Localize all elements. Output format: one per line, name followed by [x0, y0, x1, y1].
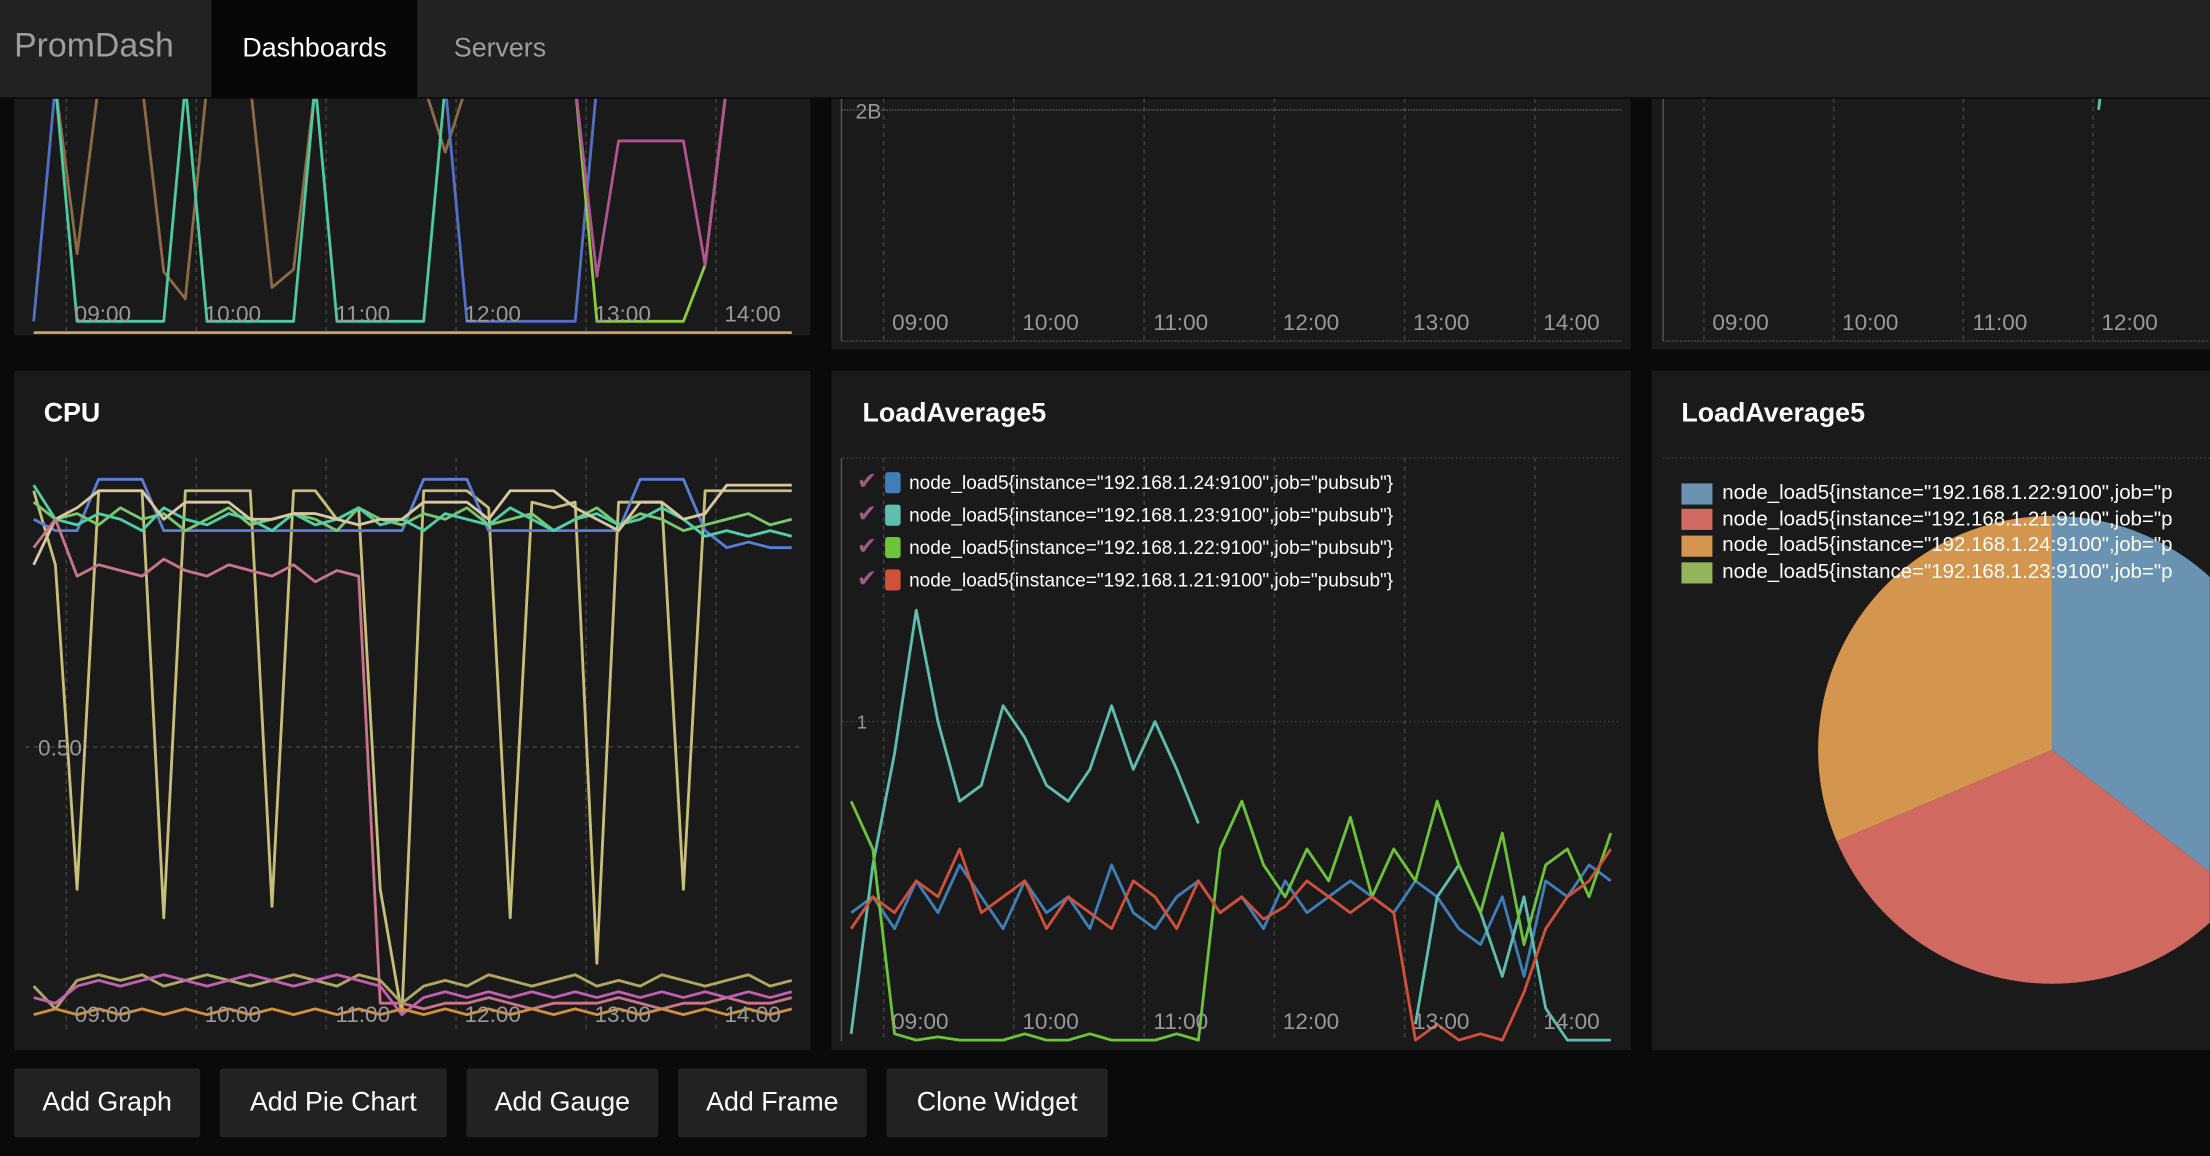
series-line-4 [33, 84, 792, 278]
legend-label: node_load5{instance="192.168.1.21:9100",… [1722, 508, 2173, 531]
legend-item[interactable]: ✔ node_load5{instance="192.168.1.23:9100"… [857, 500, 1393, 528]
pie-chart [1663, 457, 2210, 984]
x-tick-label: 09:00 [75, 1002, 131, 1027]
tab-servers[interactable]: Servers [423, 0, 577, 97]
x-tick-label: 10:00 [1022, 1009, 1078, 1034]
legend-label: node_load5{instance="192.168.1.22:9100",… [909, 536, 1394, 558]
series-swatch [885, 471, 901, 493]
legend-label: node_load5{instance="192.168.1.21:9100",… [909, 568, 1394, 590]
series-line-0 [32, 489, 792, 1017]
series-swatch [885, 568, 901, 590]
series-line [2097, 98, 2102, 111]
checkmark-icon[interactable]: ✔ [857, 565, 885, 593]
add-pie-chart-button[interactable]: Add Pie Chart [219, 1068, 447, 1138]
series-line-3 [849, 847, 1612, 1042]
widget-load-average: 1 09:00 10:00 11:00 12:00 13:00 14:00 LoadAver… [831, 370, 1631, 1051]
add-graph-button[interactable]: Add Graph [14, 1068, 201, 1138]
top1-chart: 09:00 10:00 11:00 12:00 13:00 14:00 [32, 84, 792, 335]
legend-item[interactable]: ✔ node_load5{instance="192.168.1.24:9100"… [857, 468, 1393, 496]
panel-title: LoadAverage5 [862, 398, 1047, 429]
legend-label: node_load5{instance="192.168.1.22:9100",… [1722, 482, 2173, 505]
x-tick-label: 13:00 [1413, 310, 1469, 335]
series-swatch [1681, 561, 1713, 583]
x-tick-label: 11:00 [1973, 310, 2028, 335]
x-tick-label: 14:00 [724, 1002, 780, 1027]
brand-logo[interactable]: PromDash [14, 27, 174, 66]
x-tick-label: 10:00 [205, 1002, 261, 1027]
navbar: PromDash Dashboards Servers [0, 0, 2210, 99]
add-frame-button[interactable]: Add Frame [677, 1068, 867, 1138]
x-tick-label: 12:00 [465, 301, 521, 326]
x-tick-label: 10:00 [1022, 310, 1078, 335]
x-tick-label: 11:00 [335, 301, 390, 326]
x-tick-label: 11:00 [1153, 1009, 1208, 1034]
legend-label: node_load5{instance="192.168.1.23:9100",… [909, 503, 1394, 526]
checkmark-icon[interactable]: ✔ [857, 533, 885, 561]
widget-top-1: 09:00 10:00 11:00 12:00 13:00 14:00 [14, 84, 811, 336]
legend-item[interactable]: ✔ node_load5{instance="192.168.1.21:9100"… [857, 565, 1393, 593]
x-tick-label: 11:00 [335, 1002, 390, 1027]
series-line-2 [849, 799, 1613, 1042]
widget-cpu: 0.50 09:00 10:00 11:00 12:00 13:00 14:00 CPU [14, 370, 811, 1051]
legend-item[interactable]: node_load5{instance="192.168.1.24:9100",… [1681, 534, 2173, 558]
cpu-chart: 0.50 09:00 10:00 11:00 12:00 13:00 14:00 [25, 458, 804, 1034]
add-gauge-button[interactable]: Add Gauge [466, 1068, 659, 1138]
y-tick-label: 0.50 [38, 735, 82, 760]
legend-item[interactable]: node_load5{instance="192.168.1.22:9100",… [1681, 482, 2172, 505]
legend-item[interactable]: node_load5{instance="192.168.1.23:9100",… [1681, 561, 2172, 584]
series-line-0 [33, 84, 792, 301]
x-tick-label: 11:00 [1153, 310, 1208, 335]
x-tick-label: 09:00 [892, 1009, 948, 1034]
panel-title: CPU [43, 398, 101, 429]
panel-title: LoadAverage5 [1681, 398, 1865, 429]
y-tick-label: 1 [857, 712, 867, 733]
clone-widget-button[interactable]: Clone Widget [886, 1068, 1108, 1138]
widget-pie: LoadAverage5 node_load5{instance="192.16… [1651, 370, 2210, 1051]
legend-label: node_load5{instance="192.168.1.24:9100",… [1722, 534, 2173, 558]
top2-chart: 2B 09:00 10:00 11:00 12:00 13:00 14:00 [840, 84, 1621, 342]
widget-top-2: 2B 09:00 10:00 11:00 12:00 13:00 14:00 [831, 84, 1631, 350]
x-tick-label: 14:00 [724, 301, 780, 326]
top3-chart: 09:00 10:00 11:00 12:00 [1662, 84, 2210, 342]
y-tick-label: 2B [856, 100, 882, 123]
series-swatch [1681, 482, 1713, 504]
widget-top-3: 09:00 10:00 11:00 12:00 [1651, 84, 2210, 350]
series-swatch [1681, 535, 1713, 557]
x-tick-label: 14:00 [1543, 1009, 1599, 1034]
x-tick-label: 09:00 [1712, 310, 1768, 335]
tab-dashboards[interactable]: Dashboards [211, 0, 418, 98]
x-tick-label: 13:00 [594, 301, 650, 326]
series-swatch [1681, 509, 1713, 531]
series-swatch [885, 536, 901, 558]
legend-item[interactable]: ✔ node_load5{instance="192.168.1.22:9100"… [857, 533, 1393, 561]
series-line-8 [33, 1007, 793, 1017]
x-tick-label: 13:00 [594, 1002, 650, 1027]
x-tick-label: 14:00 [1543, 310, 1599, 335]
series-swatch [885, 503, 901, 526]
x-tick-label: 13:00 [1413, 1009, 1469, 1034]
x-tick-label: 09:00 [75, 301, 131, 326]
x-tick-label: 12:00 [465, 1002, 521, 1027]
checkmark-icon[interactable]: ✔ [857, 468, 885, 496]
checkmark-icon[interactable]: ✔ [857, 500, 885, 528]
x-tick-label: 12:00 [1283, 1009, 1339, 1034]
legend-item[interactable]: node_load5{instance="192.168.1.21:9100",… [1681, 508, 2172, 531]
x-tick-label: 10:00 [205, 301, 261, 326]
x-tick-label: 12:00 [2101, 310, 2157, 335]
x-tick-label: 10:00 [1842, 310, 1898, 335]
legend-label: node_load5{instance="192.168.1.23:9100",… [1722, 561, 2173, 584]
legend-label: node_load5{instance="192.168.1.24:9100",… [909, 471, 1394, 493]
x-tick-label: 12:00 [1283, 310, 1339, 335]
x-tick-label: 09:00 [892, 310, 948, 335]
